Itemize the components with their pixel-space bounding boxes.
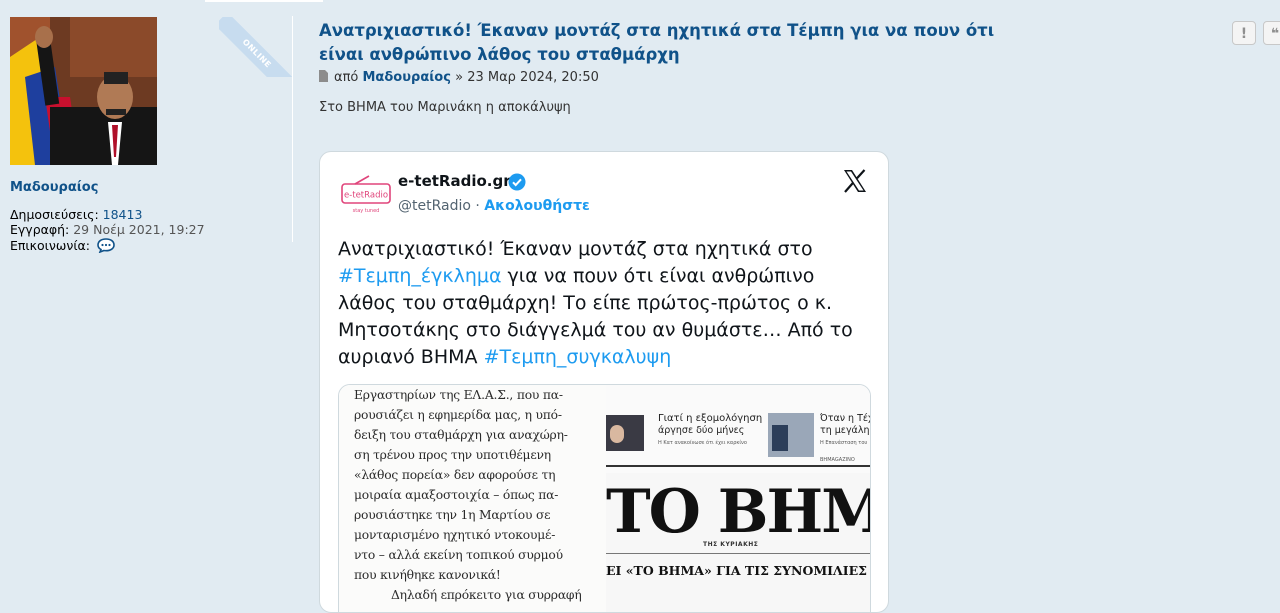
report-button[interactable]: ! <box>1232 21 1256 45</box>
clip-line: Δηλαδή επρόκειτο για συρραφή <box>391 588 582 602</box>
teaser2-sub: τη μεγάλη Ισ <box>820 425 870 436</box>
clip-line: μονταρισμένο ηχητικό ντοκουμέ- <box>354 528 556 542</box>
contact-label: Επικοινωνία: <box>10 238 91 253</box>
embedded-tweet[interactable]: e-tetRadio stay tuned e-tetRadio.gr @tet… <box>319 151 889 613</box>
profile-contact: Επικοινωνία: <box>10 238 115 256</box>
posts-label: Δημοσιεύσεις: <box>10 207 99 222</box>
posts-count[interactable]: 18413 <box>103 207 143 222</box>
tweet-media[interactable]: Εργαστηρίων της ΕΛ.Α.Σ., που πα- ρουσιάζ… <box>338 384 871 612</box>
section-label: ΒΗΜΑGAZINO <box>820 457 855 463</box>
post-document-icon[interactable] <box>319 70 328 82</box>
teaser1-small: Η Κατ ανακοίνωσε ότι έχει καρκίνο <box>658 440 747 446</box>
teaser1-sub: άργησε δύο μήνες <box>658 425 745 436</box>
masthead-sub: ΤΗΣ ΚΥΡΙΑΚΗΣ <box>703 541 759 548</box>
profile-joined: Εγγραφή: 29 Νοέμ 2021, 19:27 <box>10 222 205 237</box>
verified-badge-icon <box>508 173 526 191</box>
handle-dot: · <box>475 198 480 214</box>
hashtag-tempi-egklima[interactable]: #Τεμπη_έγκλημα <box>338 265 501 287</box>
follow-button[interactable]: Ακολουθήστε <box>484 198 590 214</box>
teaser2-small: Η Επανάσταση του <box>820 440 868 446</box>
teaser-photo-2-figure <box>772 425 788 451</box>
newspaper-teasers: Γιατί η εξομολόγηση άργησε δύο μήνες Η Κ… <box>606 385 870 473</box>
post-meta: από Μαδουραίος » 23 Μαρ 2024, 20:50 <box>319 70 599 85</box>
logo-text: e-tetRadio <box>344 191 388 201</box>
tweet-text-part1: Ανατριχιαστικό! Έκαναν μοντάζ στα ηχητικ… <box>338 238 813 260</box>
online-badge: ONLINE <box>219 17 299 77</box>
meta-separator: » <box>455 70 464 85</box>
quote-button[interactable]: ❝ <box>1263 21 1280 45</box>
tweet-handle-row: @tetRadio · Ακολουθήστε <box>398 198 590 214</box>
post-title[interactable]: Ανατριχιαστικό! Έκαναν μοντάζ στα ηχητικ… <box>319 19 1039 67</box>
quote-icon: ❝ <box>1270 26 1280 42</box>
contact-icon[interactable] <box>97 238 115 256</box>
clip-line: Εργαστηρίων της ΕΛ.Α.Σ., που πα- <box>354 388 563 402</box>
newspaper-masthead: ΤΟ ΒΗΜΑ <box>606 477 870 547</box>
tweet-handle[interactable]: @tetRadio <box>398 198 471 214</box>
forum-post: ONLINE Μαδουραίος Δημοσιεύσεις: 18413 Εγ… <box>0 4 1280 613</box>
account-logo[interactable]: e-tetRadio stay tuned <box>339 174 393 218</box>
profile-username[interactable]: Μαδουραίος <box>10 180 98 195</box>
x-logo-icon[interactable] <box>842 168 868 194</box>
logo-tagline: stay tuned <box>353 208 380 214</box>
hashtag-tempi-sygkalypsi[interactable]: #Τεμπη_συγκαλυψη <box>484 346 672 368</box>
clip-line: δειξη του σταθμάρχη για αναχώρη- <box>354 428 568 442</box>
user-avatar[interactable] <box>10 17 157 165</box>
tweet-text: Ανατριχιαστικό! Έκαναν μοντάζ στα ηχητικ… <box>338 236 868 371</box>
tweet-account-name[interactable]: e-tetRadio.gr <box>398 172 511 190</box>
post-text: Στο ΒΗΜΑ του Μαρινάκη η αποκάλυψη <box>319 100 571 115</box>
teaser-photo-face <box>610 425 624 443</box>
joined-date: 29 Νοέμ 2021, 19:27 <box>73 222 205 237</box>
post-author[interactable]: Μαδουραίος <box>363 70 451 85</box>
joined-label: Εγγραφή: <box>10 222 70 237</box>
newspaper-clipping: Εργαστηρίων της ΕΛ.Α.Σ., που πα- ρουσιάζ… <box>339 385 606 612</box>
masthead-rule <box>606 553 870 554</box>
newspaper-front-page: Γιατί η εξομολόγηση άργησε δύο μήνες Η Κ… <box>606 385 870 612</box>
online-ribbon: ONLINE <box>219 17 299 77</box>
newspaper-headline: ΕΙ «ΤΟ ΒΗΜΑ» ΓΙΑ ΤΙΣ ΣΥΝΟΜΙΛΙΕΣ ΤΗ Μ <box>606 563 870 578</box>
teaser2-title: Όταν η Τέχν <box>820 413 870 424</box>
clip-line: ρουσιάζει η εφημερίδα μας, η υπό- <box>354 408 562 422</box>
clip-line: «λάθος πορεία» δεν αφορούσε τη <box>354 468 556 482</box>
teaser1-title: Γιατί η εξομολόγηση <box>658 413 763 424</box>
meta-prefix: από <box>334 70 359 85</box>
clip-line: ση τρένου προς την υποτιθέμενη <box>354 448 551 462</box>
teaser-rule <box>606 465 870 467</box>
clip-line: μοιραία αμαξοστοιχία – όπως πα- <box>354 488 559 502</box>
top-scroll-indicator <box>205 0 323 2</box>
clip-line: ντο – αλλά εκείνη τοπικού συρμού <box>354 548 563 562</box>
profile-divider <box>292 16 293 242</box>
clip-line: που κινήθηκε κανονικά! <box>354 568 501 582</box>
clip-line: ρουσιάστηκε την 1η Μαρτίου σε <box>354 508 551 522</box>
profile-posts: Δημοσιεύσεις: 18413 <box>10 207 142 222</box>
post-date: 23 Μαρ 2024, 20:50 <box>467 70 599 85</box>
